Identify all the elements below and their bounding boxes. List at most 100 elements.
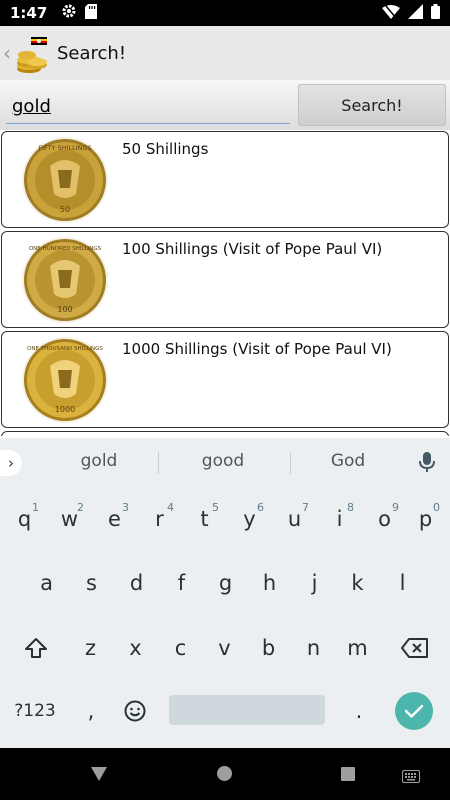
key-label: s: [86, 571, 97, 595]
key-hint: 3: [122, 501, 129, 514]
chevron-left-icon[interactable]: ‹: [3, 41, 13, 65]
shift-icon: [25, 638, 47, 658]
coin-image: FIFTY SHILLINGS 50: [22, 137, 108, 223]
key-label: f: [177, 571, 186, 595]
key-p[interactable]: p0: [403, 495, 448, 543]
key-label: h: [262, 571, 277, 595]
key-hint: 7: [302, 501, 309, 514]
result-title: 1000 Shillings (Visit of Pope Paul VI): [122, 340, 392, 358]
key-hint: 2: [77, 501, 84, 514]
key-a[interactable]: a: [24, 559, 69, 607]
key-z[interactable]: z: [68, 624, 113, 672]
key-e[interactable]: e3: [92, 495, 137, 543]
page-title: Search!: [57, 42, 127, 64]
key-label: j: [311, 571, 318, 595]
emoji-icon: [124, 700, 146, 722]
key-h[interactable]: h: [247, 559, 292, 607]
key-label: r: [155, 507, 164, 531]
suggestion-item[interactable]: God: [288, 451, 408, 471]
key-c[interactable]: c: [158, 624, 203, 672]
coin-text: ONE THOUSAND SHILLINGS: [27, 346, 103, 352]
home-icon[interactable]: [216, 765, 233, 786]
sd-card-icon: [85, 3, 98, 23]
key-q[interactable]: q1: [2, 495, 47, 543]
key-t[interactable]: t5: [182, 495, 227, 543]
divider: [158, 452, 159, 474]
key-n[interactable]: n: [291, 624, 336, 672]
key-w[interactable]: w2: [47, 495, 92, 543]
key-o[interactable]: o9: [362, 495, 407, 543]
search-bar: Search!: [0, 80, 450, 130]
key-label: p: [418, 507, 433, 531]
coin-image: ONE HUNDRED SHILLINGS 100: [22, 237, 108, 323]
key-d[interactable]: d: [114, 559, 159, 607]
coin-text: ONE HUNDRED SHILLINGS: [29, 246, 102, 252]
battery-icon: [431, 3, 440, 23]
search-button[interactable]: Search!: [298, 84, 446, 126]
key-u[interactable]: u7: [272, 495, 317, 543]
backspace-key[interactable]: [390, 624, 440, 672]
key-k[interactable]: k: [335, 559, 380, 607]
key-r[interactable]: r4: [137, 495, 182, 543]
enter-key[interactable]: [395, 692, 433, 730]
microphone-icon[interactable]: [418, 451, 436, 477]
backspace-icon: [401, 638, 428, 658]
signal-icon: [408, 3, 423, 23]
comma-key[interactable]: ,: [70, 687, 112, 735]
key-label: b: [261, 636, 276, 660]
key-y[interactable]: y6: [227, 495, 272, 543]
navigation-bar: [0, 748, 450, 800]
search-input[interactable]: [6, 90, 290, 124]
back-icon[interactable]: [90, 766, 108, 786]
key-l[interactable]: l: [380, 559, 425, 607]
period-key[interactable]: .: [338, 687, 380, 735]
key-label: t: [200, 507, 209, 531]
key-hint: 4: [167, 501, 174, 514]
list-item[interactable]: FIFTY SHILLINGS 50 50 Shillings: [1, 131, 449, 228]
key-label: q: [17, 507, 32, 531]
key-m[interactable]: m: [335, 624, 380, 672]
emoji-key[interactable]: [114, 687, 156, 735]
suggestion-item[interactable]: gold: [39, 451, 159, 471]
key-label: g: [218, 571, 233, 595]
coin-value: 100: [57, 305, 72, 314]
result-title: 100 Shillings (Visit of Pope Paul VI): [122, 240, 383, 258]
list-item[interactable]: [1, 431, 449, 436]
suggestion-strip: › gold good God: [0, 438, 450, 488]
recents-icon[interactable]: [340, 766, 356, 786]
wifi-icon: [382, 4, 400, 23]
suggestion-item[interactable]: good: [163, 451, 283, 471]
key-label: m: [347, 636, 368, 660]
key-i[interactable]: i8: [317, 495, 362, 543]
coin-value: 50: [60, 205, 70, 214]
key-hint: 9: [392, 501, 399, 514]
list-item[interactable]: ONE THOUSAND SHILLINGS 1000 1000 Shillin…: [1, 331, 449, 428]
gear-icon: [61, 3, 77, 23]
key-j[interactable]: j: [292, 559, 337, 607]
key-v[interactable]: v: [202, 624, 247, 672]
flag-and-coins-icon[interactable]: [15, 31, 49, 75]
keyboard-switch-icon[interactable]: [402, 768, 420, 787]
symbols-key[interactable]: ?123: [6, 687, 64, 735]
status-time: 1:47: [10, 4, 48, 22]
key-label: l: [399, 571, 406, 595]
key-hint: 0: [433, 501, 440, 514]
chevron-right-icon[interactable]: ›: [0, 450, 22, 476]
key-f[interactable]: f: [159, 559, 204, 607]
key-s[interactable]: s: [69, 559, 114, 607]
coin-value: 1000: [55, 405, 75, 414]
key-b[interactable]: b: [246, 624, 291, 672]
key-label: d: [129, 571, 144, 595]
action-bar: ‹ Search!: [0, 26, 450, 80]
key-g[interactable]: g: [203, 559, 248, 607]
key-label: c: [174, 636, 187, 660]
key-hint: 8: [347, 501, 354, 514]
key-hint: 6: [257, 501, 264, 514]
space-key[interactable]: [169, 695, 325, 725]
list-item[interactable]: ONE HUNDRED SHILLINGS 100 100 Shillings …: [1, 231, 449, 328]
key-x[interactable]: x: [113, 624, 158, 672]
key-label: o: [378, 507, 391, 531]
result-title: 50 Shillings: [122, 140, 209, 158]
shift-key[interactable]: [12, 624, 60, 672]
key-label: z: [84, 636, 97, 660]
